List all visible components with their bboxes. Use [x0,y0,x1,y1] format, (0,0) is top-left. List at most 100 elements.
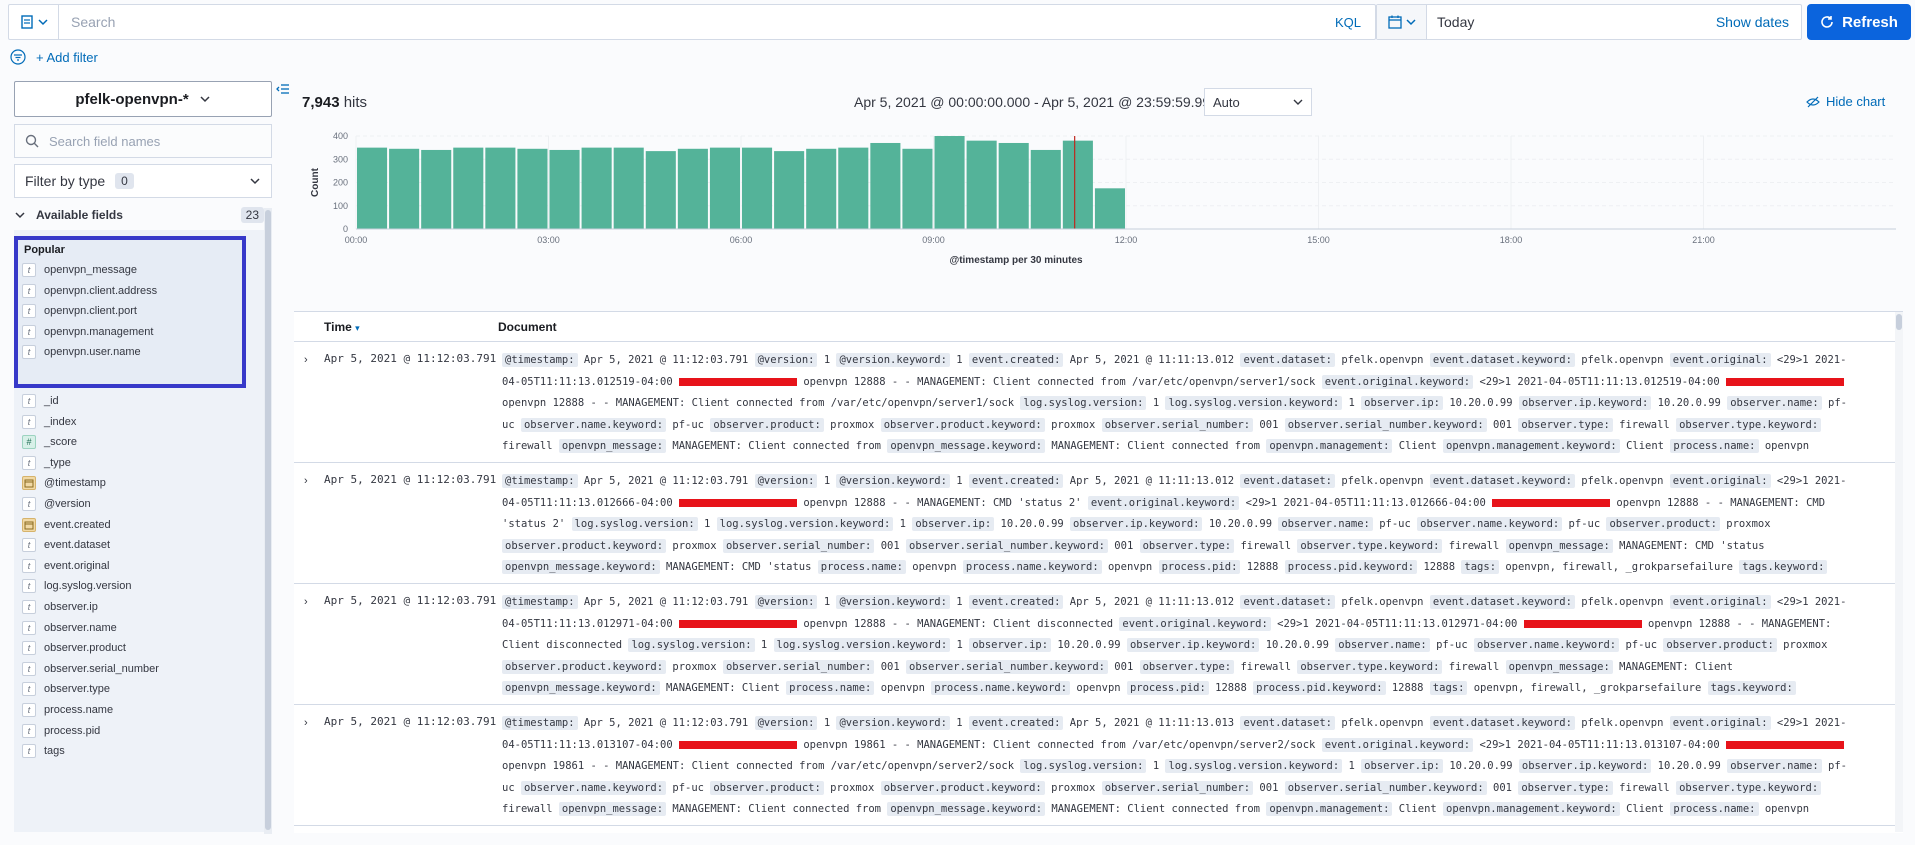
field-key: process.pid: [1158,560,1241,574]
available-fields-header[interactable]: Available fields 23 [14,204,264,226]
field-item[interactable]: t event.dataset [22,535,110,555]
saved-query-menu-button[interactable] [9,5,59,39]
redaction-bar [1492,498,1611,507]
field-value: openvpn [1764,440,1810,452]
expand-row-icon[interactable]: › [304,475,308,487]
table-row[interactable]: › Apr 5, 2021 @ 11:12:03.791 @timestamp: A… [294,705,1903,826]
field-item[interactable]: t @version [22,494,91,514]
x-tick-label: 18:00 [1500,235,1523,245]
field-item[interactable]: # _score [22,432,77,452]
collapse-sidebar-button[interactable] [276,82,290,99]
table-row[interactable]: › Apr 5, 2021 @ 11:12:03.791 @timestamp: A… [294,584,1903,705]
popular-field-item[interactable]: t openvpn.management [22,322,153,342]
field-key: tags: [1429,681,1468,695]
field-value: openvpn 12888 - - MANAGEMENT: Client dis… [797,617,1114,630]
field-key: observer.name: [1278,517,1373,531]
histogram-bar [966,140,997,229]
kql-toggle-button[interactable]: KQL [1335,15,1375,30]
field-item[interactable]: t _id [22,391,59,411]
popular-field-item[interactable]: t openvpn.user.name [22,342,141,362]
row-timestamp: Apr 5, 2021 @ 11:12:03.791 [324,594,497,607]
field-key: openvpn_message: [558,802,667,816]
table-row[interactable]: › Apr 5, 2021 @ 11:12:03.791 @timestamp: A… [294,342,1903,463]
field-key: observer.ip.keyword: [1518,396,1652,410]
hide-chart-button[interactable]: Hide chart [1806,94,1885,109]
field-key: @version.keyword: [836,595,950,609]
field-key: observer.product: [1663,638,1777,652]
field-key: process.name: [786,681,875,695]
eye-closed-icon [1806,96,1820,107]
field-key: observer.name.keyword: [1417,517,1563,531]
field-key: event.dataset: [1240,716,1335,730]
string-type-icon: t [22,394,36,408]
field-value: Apr 5, 2021 @ 11:11:13.012 [1069,475,1235,487]
index-pattern-selector[interactable]: pfelk-openvpn-* [14,81,272,117]
search-input[interactable]: Search [59,14,1335,30]
y-axis-label: Count [310,167,321,197]
popular-field-item[interactable]: t openvpn_message [22,260,137,280]
field-key: observer.name.keyword: [520,417,667,432]
available-fields-count: 23 [240,207,264,223]
y-tick-label: 100 [333,201,348,211]
expand-row-icon[interactable]: › [304,354,308,366]
field-value: pf-uc [1625,639,1658,651]
popular-field-item[interactable]: t openvpn.client.address [22,281,157,301]
quick-menu-button[interactable] [1377,5,1427,39]
field-item[interactable]: t process.name [22,700,113,720]
field-item[interactable]: t observer.name [22,618,117,638]
field-item[interactable]: t process.pid [22,721,100,741]
string-type-icon: t [22,283,36,298]
field-key: observer.type: [1139,659,1235,674]
field-item[interactable]: @timestamp [22,473,106,493]
field-value: MANAGEMENT: Client connected from [672,440,882,452]
field-item[interactable]: t _index [22,412,76,432]
field-value: 1 [823,354,831,366]
interval-select[interactable]: Auto [1204,88,1312,116]
string-type-icon: t [22,345,36,360]
field-key: observer.product.keyword: [502,538,667,553]
filter-options-icon[interactable] [10,49,26,65]
field-value: 12888 [1391,682,1424,694]
field-value: 1 [823,717,831,729]
field-key: tags.keyword: [1707,681,1796,695]
field-item[interactable]: t observer.type [22,679,110,699]
field-list-scrollbar[interactable] [264,208,272,834]
date-type-icon [22,517,36,532]
field-value: pf-uc [672,781,704,794]
chevron-down-icon [200,96,210,103]
expand-row-icon[interactable]: › [304,717,308,729]
table-scrollbar[interactable] [1895,312,1903,832]
field-key: openvpn_message: [558,439,667,453]
histogram-bar [902,148,933,229]
field-item[interactable]: t observer.ip [22,597,98,617]
show-dates-link[interactable]: Show dates [1716,14,1801,30]
table-row[interactable]: › Apr 5, 2021 @ 11:12:03.791 @timestamp: A… [294,463,1903,584]
field-item[interactable]: event.created [22,515,111,535]
field-key: observer.serial_number: [1101,417,1254,432]
field-item[interactable]: t log.syslog.version [22,576,131,596]
expand-row-icon[interactable]: › [304,596,308,608]
time-column-header[interactable]: Time ▾ [294,320,474,334]
row-document: @timestamp: Apr 5, 2021 @ 11:12:03.791 @… [502,471,1852,579]
popular-field-item[interactable]: t openvpn.client.port [22,301,137,321]
field-item[interactable]: t observer.serial_number [22,659,159,679]
field-item[interactable]: t event.original [22,556,109,576]
field-key: event.original.keyword: [1087,495,1240,510]
field-item[interactable]: t observer.product [22,638,126,658]
filter-by-type-button[interactable]: Filter by type 0 [14,164,272,198]
date-value[interactable]: Today [1427,14,1716,30]
field-search-input[interactable]: Search field names [14,124,272,158]
histogram-bar [485,147,516,229]
filter-count-badge: 0 [115,173,134,189]
field-key: log.syslog.version.keyword: [1165,396,1343,410]
chevron-down-icon [15,212,25,219]
field-value: openvpn 12888 - - MANAGEMENT: CMD 'statu… [797,496,1082,509]
field-item[interactable]: t _type [22,453,71,473]
time-column-label: Time [324,319,352,334]
field-value: proxmox [1726,518,1771,530]
field-key: @version: [754,716,818,730]
refresh-button[interactable]: Refresh [1807,4,1911,40]
field-item[interactable]: t tags [22,741,65,761]
field-value: proxmox [1051,418,1096,431]
add-filter-link[interactable]: + Add filter [36,50,98,65]
